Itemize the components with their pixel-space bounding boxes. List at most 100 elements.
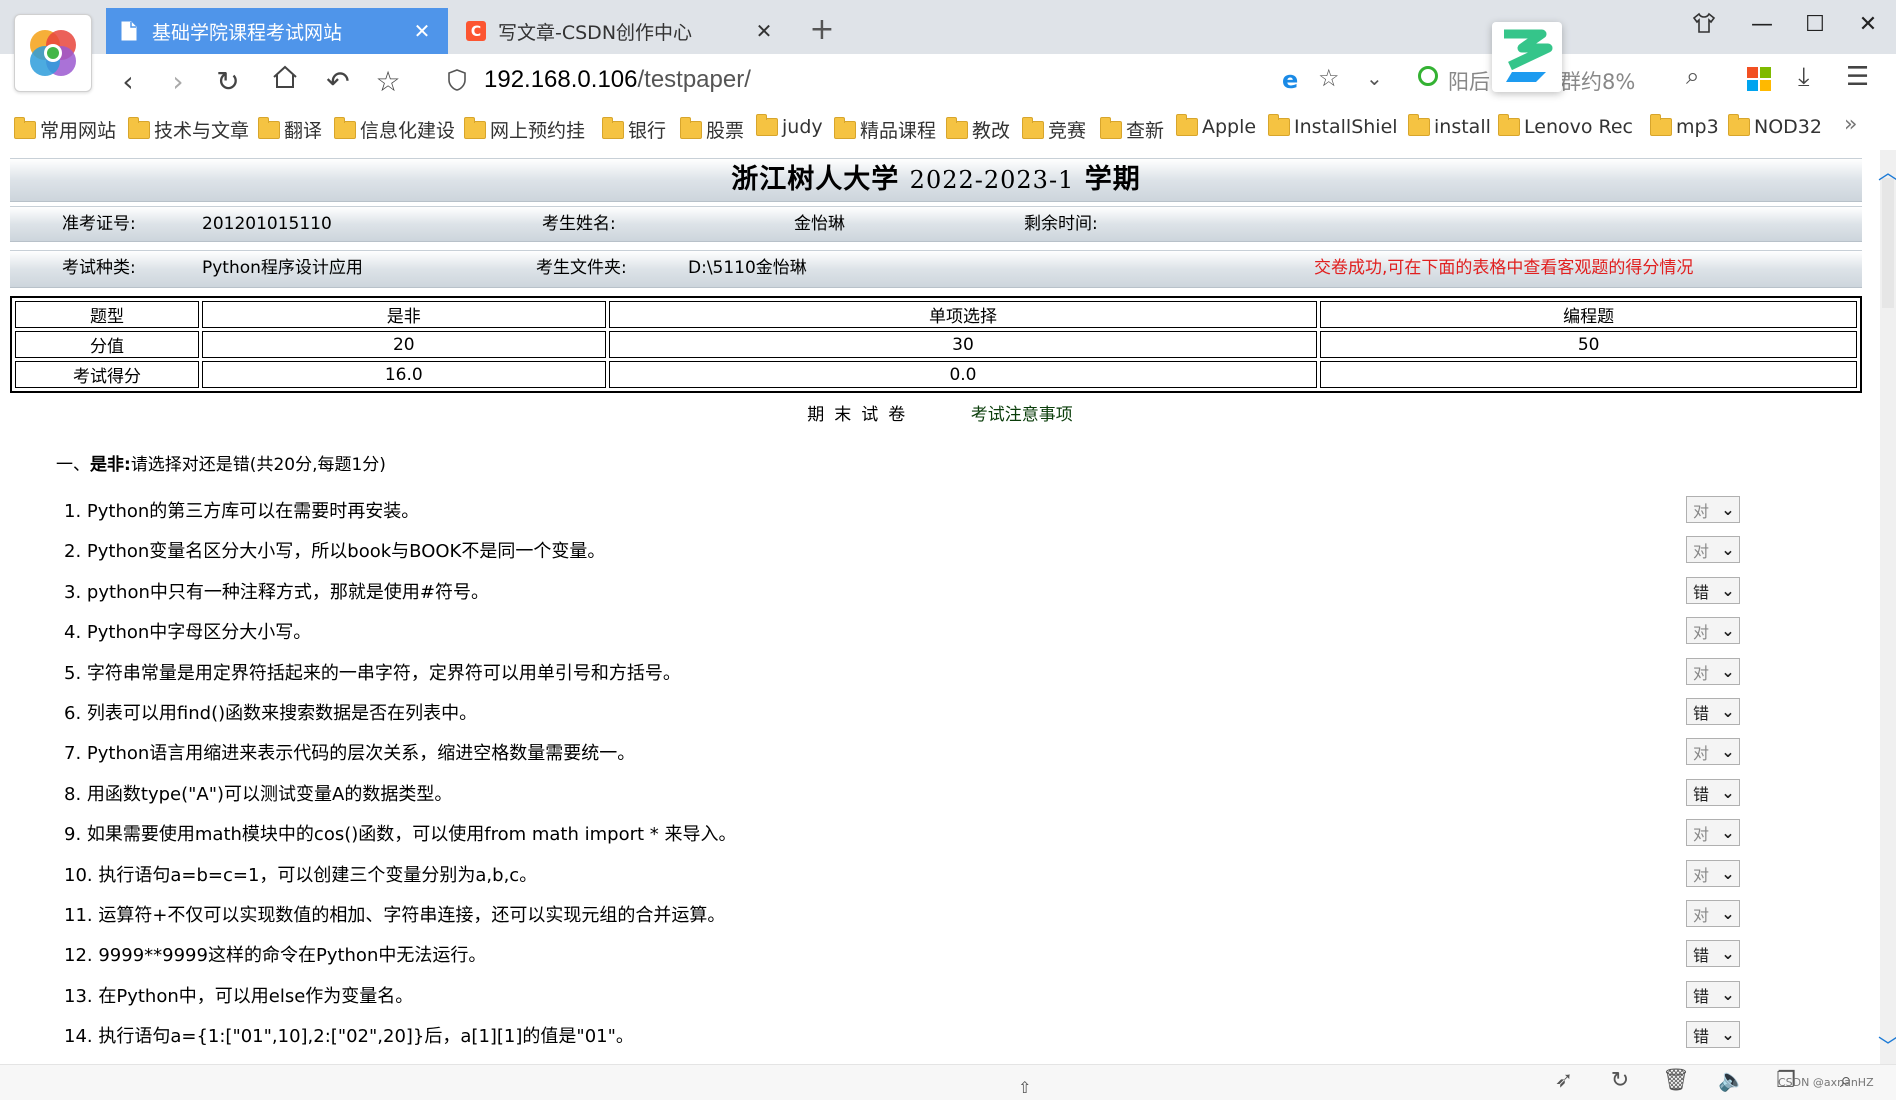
page-icon: [120, 21, 138, 41]
score-table: 题型 是非 单项选择 编程题 分值 20 30 50 考试得分 16.0 0.0: [10, 296, 1862, 393]
scrollbar-thumb[interactable]: [1882, 178, 1894, 308]
star-icon[interactable]: ☆: [368, 62, 408, 102]
home-icon[interactable]: [265, 62, 305, 102]
forward-icon[interactable]: ›: [158, 62, 198, 102]
question-row: 8. 用函数type("A")可以测试变量A的数据类型。: [64, 777, 1804, 809]
maximize-icon[interactable]: ☐: [1795, 12, 1835, 37]
bookmark-folder[interactable]: 网上预约挂: [464, 116, 585, 143]
answer-select[interactable]: 对 ⌄: [1686, 658, 1740, 685]
chevron-down-icon: ⌄: [1721, 621, 1735, 640]
undo-icon[interactable]: ↶: [318, 62, 358, 102]
question-text: 10. 执行语句a=b=c=1，可以创建三个变量分别为a,b,c。: [64, 865, 538, 886]
bookmark-folder[interactable]: 技术与文章: [128, 116, 249, 143]
answer-value: 对: [1693, 824, 1710, 844]
minimize-icon[interactable]: —: [1742, 12, 1782, 37]
bookmark-folder[interactable]: 精品课程: [834, 116, 936, 143]
scroll-up-icon[interactable]: ︿: [1878, 156, 1896, 185]
section-number: 一、: [56, 455, 90, 475]
answer-value: 错: [1693, 784, 1710, 804]
answer-select[interactable]: 对 ⌄: [1686, 496, 1740, 523]
bookmark-label: NOD32: [1754, 116, 1822, 138]
answer-select[interactable]: 对 ⌄: [1686, 617, 1740, 644]
bookmark-folder[interactable]: 翻译: [258, 116, 322, 143]
table-cell: 20: [202, 331, 606, 358]
answer-select[interactable]: 对 ⌄: [1686, 738, 1740, 765]
bookmark-folder[interactable]: 竞赛: [1022, 116, 1086, 143]
question-text: 2. Python变量名区分大小写，所以book与BOOK不是同一个变量。: [64, 541, 606, 562]
tab-csdn[interactable]: C 写文章-CSDN创作中心 ✕: [452, 8, 790, 54]
bookmark-folder[interactable]: judy: [756, 114, 823, 138]
app-launcher-icon[interactable]: [1492, 22, 1562, 92]
answer-select[interactable]: 对 ⌄: [1686, 819, 1740, 846]
question-text: 3. python中只有一种注释方式，那就是使用#符号。: [64, 582, 489, 603]
search-box[interactable]: 阳后 群约8% ⌕: [1410, 60, 1715, 102]
folder-icon: [1100, 116, 1122, 139]
question-row: 14. 执行语句a={1:["01",10],2:["02",20]}后，a[1…: [64, 1019, 1804, 1051]
exam-notice-link[interactable]: 考试注意事项: [971, 405, 1073, 425]
answer-select[interactable]: 错 ⌄: [1686, 981, 1740, 1008]
bookmark-folder[interactable]: 信息化建设: [334, 116, 455, 143]
back-icon[interactable]: ‹: [108, 62, 148, 102]
search-icon[interactable]: ⌕: [1686, 62, 1699, 90]
answer-select[interactable]: 错 ⌄: [1686, 577, 1740, 604]
bookmark-folder[interactable]: 查新: [1100, 116, 1164, 143]
bookmark-folder[interactable]: mp3: [1650, 114, 1719, 138]
exam-paper-link[interactable]: 期末试卷: [807, 405, 915, 425]
tab-close-icon[interactable]: ✕: [410, 19, 434, 43]
bookmark-folder[interactable]: 股票: [680, 116, 744, 143]
answer-select[interactable]: 对 ⌄: [1686, 860, 1740, 887]
answer-select[interactable]: 对 ⌄: [1686, 536, 1740, 563]
bookmark-folder[interactable]: install: [1408, 114, 1491, 138]
bookmark-folder[interactable]: 银行: [602, 116, 666, 143]
answer-value: 对: [1693, 622, 1710, 642]
bookmark-folder[interactable]: 常用网站: [14, 116, 116, 143]
answer-select[interactable]: 错 ⌄: [1686, 779, 1740, 806]
scroll-down-icon[interactable]: ﹀: [1878, 1030, 1896, 1059]
info-band-2: 考试种类: Python程序设计应用 考生文件夹: D:\5110金怡琳 交卷成…: [10, 250, 1862, 288]
tab-exam-site[interactable]: 基础学院课程考试网站 ✕: [106, 8, 448, 54]
apps-grid-icon[interactable]: [1746, 66, 1772, 96]
dropdown-icon[interactable]: ⌄: [1366, 66, 1383, 90]
reload-icon[interactable]: ↻: [208, 62, 248, 102]
answer-value: 错: [1693, 945, 1710, 965]
bookmark-folder[interactable]: 教改: [946, 116, 1010, 143]
tab-close-icon[interactable]: ✕: [752, 19, 776, 43]
answer-select[interactable]: 错 ⌄: [1686, 1021, 1740, 1048]
folder-icon: [1022, 116, 1044, 139]
answer-value: 对: [1693, 663, 1710, 683]
bookmark-star-icon[interactable]: ☆: [1318, 64, 1340, 92]
trash-icon[interactable]: 🗑: [1660, 1068, 1692, 1093]
question-text: 4. Python中字母区分大小写。: [64, 622, 312, 643]
folder-icon: [756, 114, 778, 136]
bookmark-folder[interactable]: Apple: [1176, 114, 1257, 138]
bookmark-folder[interactable]: InstallShiel: [1268, 114, 1398, 138]
bookmark-folder[interactable]: Lenovo Rec: [1498, 114, 1633, 138]
answer-select[interactable]: 对 ⌄: [1686, 900, 1740, 927]
ie-mode-icon[interactable]: e: [1282, 66, 1298, 94]
refresh-icon[interactable]: ↻: [1604, 1068, 1636, 1093]
bookmark-folder[interactable]: NOD32: [1728, 114, 1822, 138]
answer-select[interactable]: 错 ⌄: [1686, 698, 1740, 725]
chevron-down-icon: ⌄: [1721, 1025, 1735, 1044]
bookmarks-more-button[interactable]: »: [1844, 112, 1857, 137]
browser-logo-icon[interactable]: [14, 14, 92, 92]
speaker-icon[interactable]: 🔈: [1716, 1068, 1748, 1093]
menu-icon[interactable]: ☰: [1846, 62, 1869, 92]
bookmark-label: Apple: [1202, 116, 1257, 138]
table-header-cell: 是非: [202, 301, 606, 328]
answer-select[interactable]: 错 ⌄: [1686, 940, 1740, 967]
chevron-down-icon: ⌄: [1721, 783, 1735, 802]
scroll-top-icon[interactable]: ⇧: [1018, 1078, 1031, 1097]
table-cell: 30: [608, 331, 1318, 358]
close-window-icon[interactable]: ✕: [1848, 12, 1888, 37]
search-text-left: 阳后: [1448, 70, 1490, 94]
bookmark-label: 查新: [1126, 120, 1165, 142]
download-icon[interactable]: ⤓: [1798, 62, 1810, 93]
shirt-icon[interactable]: [1684, 12, 1724, 40]
rocket-icon[interactable]: ➶: [1548, 1068, 1580, 1093]
new-tab-button[interactable]: +: [804, 12, 840, 47]
folder-icon: [1176, 114, 1198, 136]
url-text[interactable]: 192.168.0.106/testpaper/: [484, 66, 751, 94]
type-label: 考试种类:: [62, 258, 136, 278]
bookmark-label: Lenovo Rec: [1524, 116, 1633, 138]
